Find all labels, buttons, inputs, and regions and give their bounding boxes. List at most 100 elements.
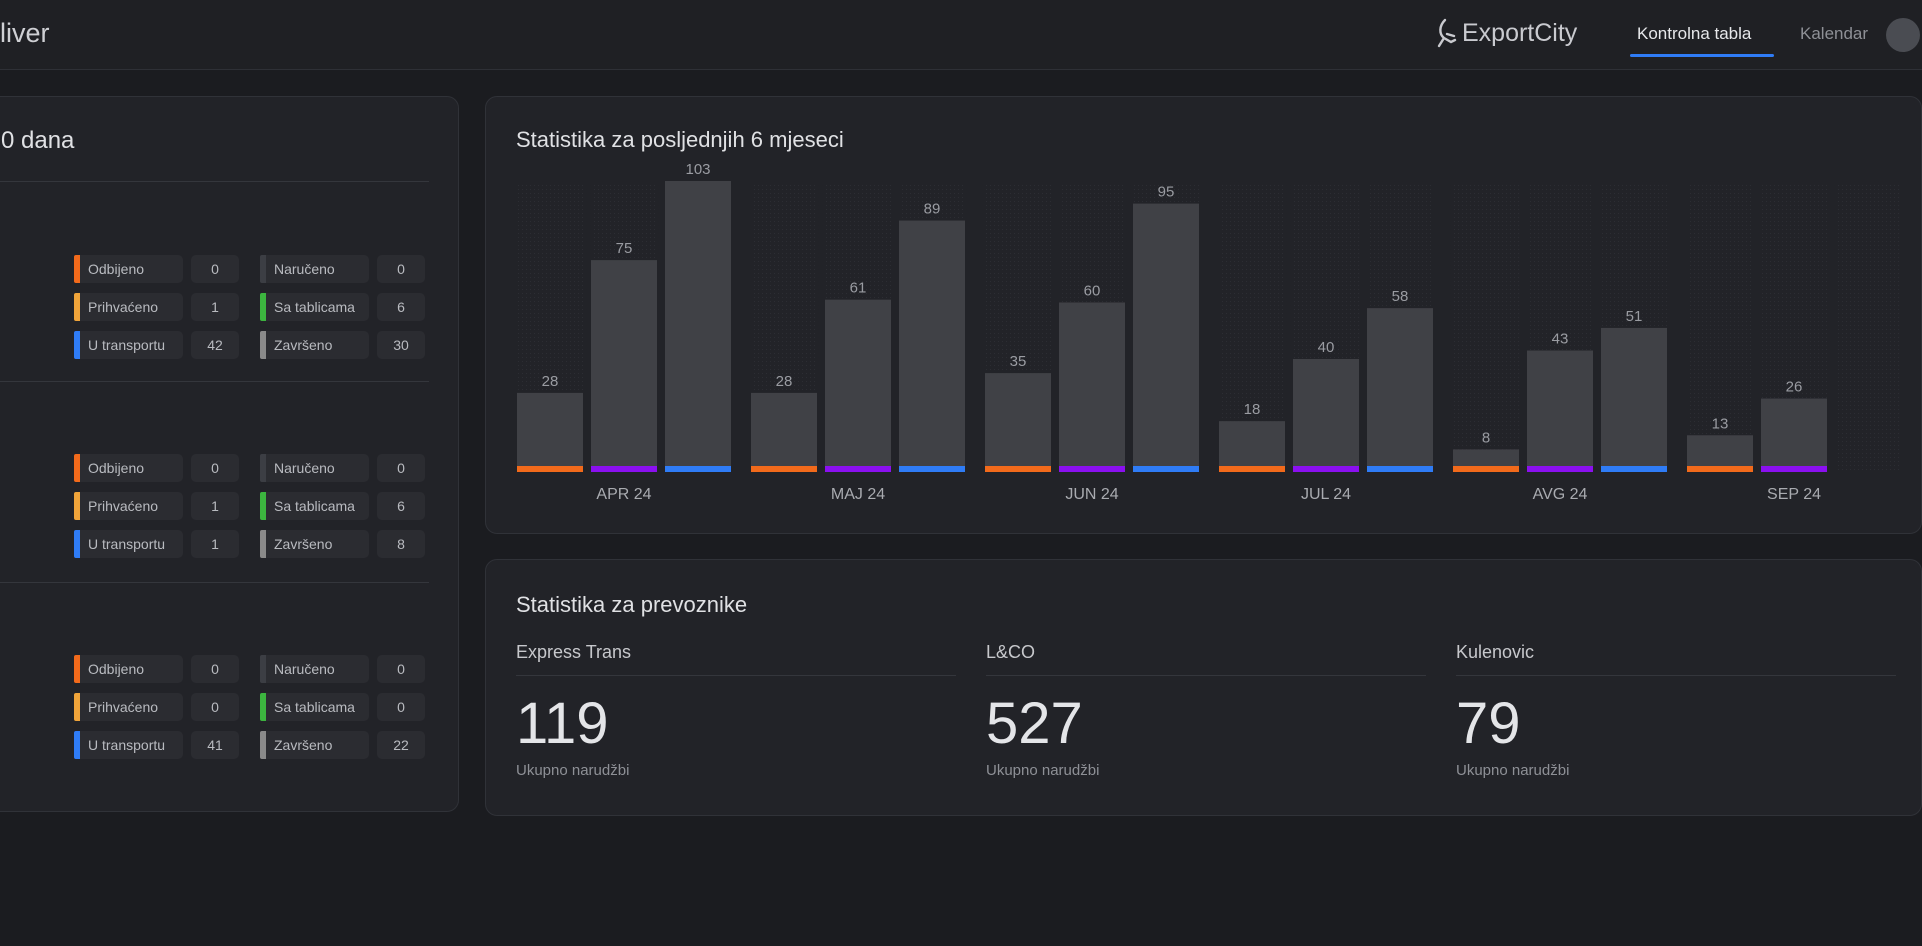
carrier-total: 527 [986,691,1083,756]
status-name: Naručeno [274,261,335,277]
status-label: Sa tablicama [260,293,369,321]
status-count: 1 [191,293,239,321]
status-count: 22 [377,731,425,759]
status-label: Naručeno [260,454,369,482]
status-label: Sa tablicama [260,693,369,721]
app-brand: liver [0,18,50,48]
carrier-stats-card: Statistika za prevoznike Express Trans 11… [485,559,1922,816]
exportcity-logo[interactable]: ExportCity [1436,18,1577,48]
bar-value-label: 13 [1712,415,1729,432]
bar [899,220,965,472]
bar-color-strip [1293,466,1359,472]
month-label: JUN 24 [1065,486,1118,503]
nav-kalendar[interactable]: Kalendar [1800,24,1868,44]
top-header: liver ExportCity Kontrolna tabla Kalenda… [0,0,1922,70]
status-count: 0 [191,255,239,283]
status-color-bar [260,731,266,759]
status-count: 1 [191,492,239,520]
status-name: U transportu [88,536,166,552]
status-color-bar [260,655,266,683]
bar-color-strip [1453,466,1519,472]
bar-color-strip [1219,466,1285,472]
status-name: Završeno [274,536,333,552]
status-count: 1 [191,530,239,558]
bar [591,260,657,472]
status-color-bar [260,331,266,359]
status-count: 41 [191,731,239,759]
status-label: Prihvaćeno [74,293,183,321]
bar-value-label: 35 [1010,353,1027,370]
status-count: 0 [191,693,239,721]
avatar[interactable] [1886,18,1920,52]
status-label: Završeno [260,731,369,759]
status-name: Sa tablicama [274,299,355,315]
divider [0,181,429,182]
status-label: Odbijeno [74,454,183,482]
bar [517,392,583,472]
status-count: 0 [377,454,425,482]
bar-value-label: 103 [685,161,710,178]
status-count: 0 [191,655,239,683]
status-label: Završeno [260,331,369,359]
status-count: 0 [377,693,425,721]
bar-color-strip [751,466,817,472]
carrier-stat: Kulenovic 79 Ukupno narudžbi [1456,642,1896,779]
status-color-bar [74,255,80,283]
status-name: Odbijeno [88,460,145,476]
status-color-bar [74,693,80,721]
status-label: Odbijeno [74,255,183,283]
status-color-bar [74,655,80,683]
bar-value-label: 8 [1482,429,1490,446]
status-color-bar [74,293,80,321]
status-color-bar [74,530,80,558]
bar [751,392,817,472]
bar-value-label: 40 [1318,339,1335,356]
bar-value-label: 89 [924,201,941,218]
status-label: Prihvaćeno [74,492,183,520]
status-name: Sa tablicama [274,699,355,715]
bar-color-strip [517,466,583,472]
status-color-bar [74,454,80,482]
month-label: APR 24 [596,486,651,503]
status-name: Završeno [274,737,333,753]
bar-track [1835,184,1901,472]
status-name: Prihvaćeno [88,498,159,514]
logo-text: ExportCity [1462,18,1578,47]
bar [1059,302,1125,472]
status-color-bar [260,454,266,482]
status-name: Prihvaćeno [88,699,159,715]
bar-value-label: 51 [1626,308,1643,325]
carrier-total-label: Ukupno narudžbi [516,762,630,779]
bar [985,373,1051,472]
status-name: Naručeno [274,661,335,677]
carrier-name: Kulenovic [1456,642,1896,676]
bar [665,181,731,472]
status-label: Odbijeno [74,655,183,683]
status-count: 0 [377,255,425,283]
bar-color-strip [1133,466,1199,472]
nav-kontrolna-tabla[interactable]: Kontrolna tabla [1637,24,1751,44]
bar-value-label: 26 [1786,379,1803,396]
carrier-stat: Express Trans 119 Ukupno narudžbi [516,642,956,779]
status-color-bar [260,293,266,321]
bar-chart: 28 75 103 APR 24 28 61 89 MAJ 24 35 60 95 JUN 24 18 4… [517,161,1901,503]
divider [0,582,429,583]
bar [825,299,891,472]
bar-value-label: 95 [1158,184,1175,201]
bar-color-strip [665,466,731,472]
status-name: Odbijeno [88,261,145,277]
carrier-name: L&CO [986,642,1426,676]
status-name: U transportu [88,737,166,753]
carrier-stat: L&CO 527 Ukupno narudžbi [986,642,1426,779]
status-summary-card: 0 dana Odbijeno 0 Naručeno 0 Prihvaćeno 1 Sa t… [0,96,459,812]
divider [0,381,429,382]
status-label: Završeno [260,530,369,558]
status-label: Sa tablicama [260,492,369,520]
status-label: Naručeno [260,655,369,683]
card-title: 0 dana [1,127,75,154]
bar-value-label: 18 [1244,401,1261,418]
status-name: U transportu [88,337,166,353]
carriers-title: Statistika za prevoznike [516,592,748,617]
bar-color-strip [1601,466,1667,472]
bar-color-strip [1687,466,1753,472]
